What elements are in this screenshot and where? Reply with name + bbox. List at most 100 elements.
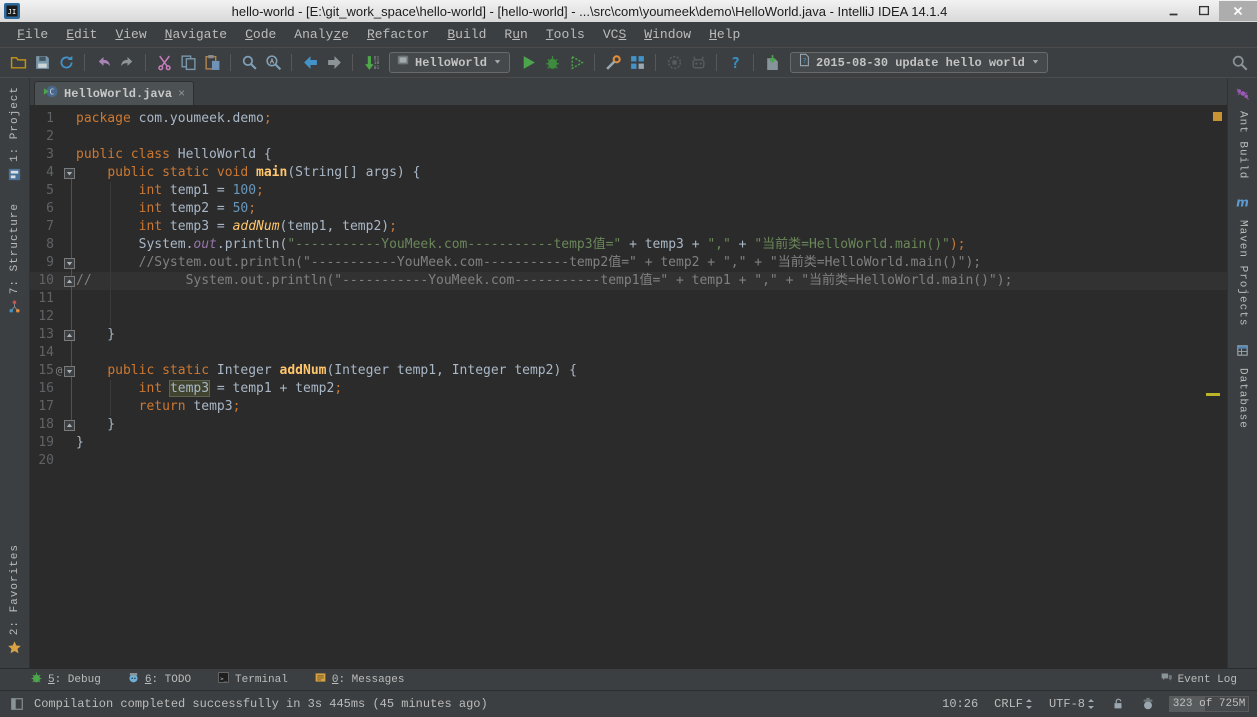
- code-line-1[interactable]: 1package com.youmeek.demo;: [30, 110, 1227, 128]
- todo-icon: [127, 671, 140, 688]
- code-line-11[interactable]: 11: [30, 290, 1227, 308]
- scrollbar-change-mark[interactable]: [1206, 393, 1220, 396]
- menu-vcs[interactable]: VCS: [594, 22, 635, 48]
- toolwindow-button-6-todo[interactable]: 6: TODO: [127, 671, 191, 688]
- gutter-mark: [54, 200, 64, 218]
- gutter-mark: [54, 182, 64, 200]
- open-folder-button[interactable]: [6, 51, 30, 75]
- toolbar-separator: [145, 54, 146, 71]
- toolwindow-toggle-icon[interactable]: [8, 695, 26, 713]
- tab-close-icon[interactable]: ×: [178, 88, 185, 100]
- coverage-button[interactable]: [564, 51, 588, 75]
- menu-build[interactable]: Build: [438, 22, 495, 48]
- menu-file[interactable]: File: [8, 22, 57, 48]
- line-number: 17: [30, 398, 54, 416]
- fold-marker[interactable]: [64, 326, 76, 344]
- code-line-15[interactable]: 15@ public static Integer addNum(Integer…: [30, 362, 1227, 380]
- stripe-button-7-structure[interactable]: 7: Structure: [7, 195, 22, 327]
- fold-marker[interactable]: [64, 254, 76, 272]
- close-button[interactable]: [1219, 1, 1257, 21]
- code-line-6[interactable]: 6 int temp2 = 50;: [30, 200, 1227, 218]
- menu-window[interactable]: Window: [635, 22, 700, 48]
- copy-button[interactable]: [176, 51, 200, 75]
- code-line-8[interactable]: 8 System.out.println("-----------YouMeek…: [30, 236, 1227, 254]
- menu-refactor[interactable]: Refactor: [358, 22, 438, 48]
- favorites-icon: [7, 640, 22, 660]
- search-everywhere-button[interactable]: [1227, 51, 1251, 75]
- android-attach-button: [686, 51, 710, 75]
- project-structure-button[interactable]: [625, 51, 649, 75]
- menu-edit[interactable]: Edit: [57, 22, 106, 48]
- vcs-update-button[interactable]: [760, 51, 784, 75]
- back-button[interactable]: [298, 51, 322, 75]
- code-line-16[interactable]: 16 int temp3 = temp1 + temp2;: [30, 380, 1227, 398]
- find-button[interactable]: [237, 51, 261, 75]
- stripe-button-database[interactable]: Database: [1235, 335, 1250, 437]
- code-line-10[interactable]: 10// System.out.println("-----------YouM…: [30, 272, 1227, 290]
- toolwindow-label: 5: Debug: [48, 674, 101, 686]
- redo-button[interactable]: [115, 51, 139, 75]
- toolwindow-button-0-messages[interactable]: 0: Messages: [314, 671, 405, 688]
- code-line-12[interactable]: 12: [30, 308, 1227, 326]
- undo-button[interactable]: [91, 51, 115, 75]
- unlock-icon[interactable]: [1111, 697, 1125, 711]
- replace-button[interactable]: A: [261, 51, 285, 75]
- gutter-mark: [54, 110, 64, 128]
- fold-marker: [64, 218, 76, 236]
- help-button[interactable]: ?: [723, 51, 747, 75]
- sync-button[interactable]: [54, 51, 78, 75]
- fold-marker[interactable]: [64, 272, 76, 290]
- minimize-button[interactable]: [1159, 1, 1189, 21]
- paste-button[interactable]: [200, 51, 224, 75]
- menu-run[interactable]: Run: [495, 22, 536, 48]
- code-line-14[interactable]: 14: [30, 344, 1227, 362]
- compare-lines-button[interactable]: 011001: [359, 51, 383, 75]
- forward-button[interactable]: [322, 51, 346, 75]
- menu-view[interactable]: View: [106, 22, 155, 48]
- menu-code[interactable]: Code: [236, 22, 285, 48]
- cut-button[interactable]: [152, 51, 176, 75]
- toolwindow-button-terminal[interactable]: >_Terminal: [217, 671, 288, 688]
- settings-button[interactable]: [601, 51, 625, 75]
- menu-analyze[interactable]: Analyze: [285, 22, 358, 48]
- editor-tab-helloworld[interactable]: C HelloWorld.java ×: [34, 81, 194, 105]
- menu-help[interactable]: Help: [700, 22, 749, 48]
- toolwindow-button-event-log[interactable]: Event Log: [1160, 671, 1237, 688]
- code-line-18[interactable]: 18 }: [30, 416, 1227, 434]
- line-ending-selector[interactable]: CRLF: [994, 697, 1033, 711]
- run-button[interactable]: [516, 51, 540, 75]
- menu-tools[interactable]: Tools: [537, 22, 594, 48]
- code-line-4[interactable]: 4 public static void main(String[] args)…: [30, 164, 1227, 182]
- hector-inspections-icon[interactable]: [1141, 697, 1155, 711]
- run-config-combo[interactable]: HelloWorld: [389, 52, 510, 73]
- scrollbar-warning-mark[interactable]: [1213, 112, 1222, 121]
- stripe-button-1-project[interactable]: 1: Project: [7, 78, 22, 195]
- stripe-button-2-favorites[interactable]: 2: Favorites: [7, 536, 22, 668]
- code-line-13[interactable]: 13 }: [30, 326, 1227, 344]
- save-button[interactable]: [30, 51, 54, 75]
- debug-button[interactable]: [540, 51, 564, 75]
- code-line-20[interactable]: 20: [30, 452, 1227, 470]
- maximize-button[interactable]: [1189, 1, 1219, 21]
- encoding-selector[interactable]: UTF-8: [1049, 697, 1095, 711]
- code-line-17[interactable]: 17 return temp3;: [30, 398, 1227, 416]
- stripe-button-maven-projects[interactable]: mMaven Projects: [1235, 187, 1250, 334]
- stripe-label: Ant Build: [1237, 111, 1249, 179]
- fold-marker[interactable]: [64, 362, 76, 380]
- code-line-3[interactable]: 3public class HelloWorld {: [30, 146, 1227, 164]
- fold-marker[interactable]: [64, 164, 76, 182]
- intellij-logo-icon: JI: [4, 3, 20, 19]
- code-line-7[interactable]: 7 int temp3 = addNum(temp1, temp2);: [30, 218, 1227, 236]
- code-editor[interactable]: 1package com.youmeek.demo;23public class…: [30, 106, 1227, 668]
- code-line-2[interactable]: 2: [30, 128, 1227, 146]
- toolwindow-button-5-debug[interactable]: 5: Debug: [30, 671, 101, 688]
- code-line-19[interactable]: 19}: [30, 434, 1227, 452]
- fold-marker[interactable]: [64, 416, 76, 434]
- vcs-message-combo[interactable]: ?2015-08-30 update hello world: [790, 52, 1048, 73]
- stripe-button-ant-build[interactable]: Ant Build: [1235, 78, 1250, 187]
- memory-indicator[interactable]: 323 of 725M: [1169, 696, 1249, 712]
- gutter-mark: [54, 344, 64, 362]
- code-line-9[interactable]: 9 //System.out.println("-----------YouMe…: [30, 254, 1227, 272]
- code-line-5[interactable]: 5 int temp1 = 100;: [30, 182, 1227, 200]
- menu-navigate[interactable]: Navigate: [156, 22, 236, 48]
